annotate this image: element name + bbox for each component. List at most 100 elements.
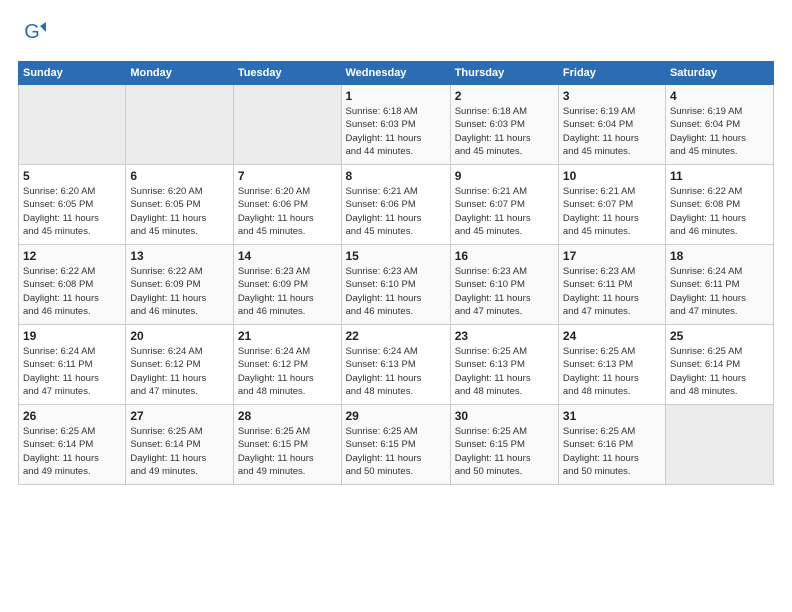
calendar-cell: 22Sunrise: 6:24 AM Sunset: 6:13 PM Dayli…	[341, 325, 450, 405]
calendar-cell: 20 Sunrise: 6:24 AM Sunset: 6:12 PM Dayli…	[126, 325, 233, 405]
calendar-cell: 21Sunrise: 6:24 AM Sunset: 6:12 PM Dayli…	[233, 325, 341, 405]
svg-text:G: G	[24, 21, 40, 43]
week-row-4: 19 Sunrise: 6:24 AM Sunset: 6:11 PM Dayli…	[19, 325, 774, 405]
calendar-cell: 6 Sunrise: 6:20 AM Sunset: 6:05 PM Daylig…	[126, 165, 233, 245]
day-number: 7	[238, 169, 337, 183]
day-info: Sunrise: 6:21 AM Sunset: 6:07 PM Dayligh…	[455, 185, 554, 238]
calendar: SundayMondayTuesdayWednesdayThursdayFrid…	[18, 61, 774, 485]
calendar-cell: 10 Sunrise: 6:21 AM Sunset: 6:07 PM Dayli…	[558, 165, 665, 245]
calendar-cell: 17 Sunrise: 6:23 AM Sunset: 6:11 PM Dayli…	[558, 245, 665, 325]
day-number: 31	[563, 409, 661, 423]
day-number: 9	[455, 169, 554, 183]
day-number: 13	[130, 249, 228, 263]
day-number: 25	[670, 329, 769, 343]
day-number: 20	[130, 329, 228, 343]
day-number: 21	[238, 329, 337, 343]
day-info: Sunrise: 6:19 AM Sunset: 6:04 PM Dayligh…	[563, 105, 661, 158]
day-info: Sunrise: 6:24 AM Sunset: 6:12 PM Dayligh…	[130, 345, 228, 398]
calendar-cell: 30 Sunrise: 6:25 AM Sunset: 6:15 PM Dayli…	[450, 405, 558, 485]
day-number: 14	[238, 249, 337, 263]
calendar-cell: 7 Sunrise: 6:20 AM Sunset: 6:06 PM Daylig…	[233, 165, 341, 245]
day-info: Sunrise: 6:20 AM Sunset: 6:05 PM Dayligh…	[130, 185, 228, 238]
day-info: Sunrise: 6:25 AM Sunset: 6:14 PM Dayligh…	[130, 425, 228, 478]
calendar-cell: 14 Sunrise: 6:23 AM Sunset: 6:09 PM Dayli…	[233, 245, 341, 325]
day-info: Sunrise: 6:22 AM Sunset: 6:08 PM Dayligh…	[23, 265, 121, 318]
day-number: 11	[670, 169, 769, 183]
day-info: Sunrise: 6:25 AM Sunset: 6:15 PM Dayligh…	[346, 425, 446, 478]
calendar-cell: 27 Sunrise: 6:25 AM Sunset: 6:14 PM Dayli…	[126, 405, 233, 485]
calendar-cell: 28Sunrise: 6:25 AM Sunset: 6:15 PM Dayli…	[233, 405, 341, 485]
calendar-cell: 5 Sunrise: 6:20 AM Sunset: 6:05 PM Daylig…	[19, 165, 126, 245]
week-row-2: 5 Sunrise: 6:20 AM Sunset: 6:05 PM Daylig…	[19, 165, 774, 245]
weekday-header-saturday: Saturday	[665, 62, 773, 85]
day-info: Sunrise: 6:24 AM Sunset: 6:11 PM Dayligh…	[670, 265, 769, 318]
calendar-cell: 24Sunrise: 6:25 AM Sunset: 6:13 PM Dayli…	[558, 325, 665, 405]
calendar-cell: 8 Sunrise: 6:21 AM Sunset: 6:06 PM Daylig…	[341, 165, 450, 245]
day-info: Sunrise: 6:23 AM Sunset: 6:10 PM Dayligh…	[346, 265, 446, 318]
week-row-5: 26 Sunrise: 6:25 AM Sunset: 6:14 PM Dayli…	[19, 405, 774, 485]
day-number: 12	[23, 249, 121, 263]
day-info: Sunrise: 6:25 AM Sunset: 6:16 PM Dayligh…	[563, 425, 661, 478]
day-number: 18	[670, 249, 769, 263]
calendar-cell: 13 Sunrise: 6:22 AM Sunset: 6:09 PM Dayli…	[126, 245, 233, 325]
day-info: Sunrise: 6:25 AM Sunset: 6:15 PM Dayligh…	[238, 425, 337, 478]
day-info: Sunrise: 6:23 AM Sunset: 6:11 PM Dayligh…	[563, 265, 661, 318]
day-number: 4	[670, 89, 769, 103]
day-number: 29	[346, 409, 446, 423]
day-number: 6	[130, 169, 228, 183]
calendar-cell: 26Sunrise: 6:25 AM Sunset: 6:14 PM Dayli…	[19, 405, 126, 485]
header: G	[18, 18, 774, 51]
weekday-header-thursday: Thursday	[450, 62, 558, 85]
day-info: Sunrise: 6:18 AM Sunset: 6:03 PM Dayligh…	[346, 105, 446, 158]
weekday-header-monday: Monday	[126, 62, 233, 85]
day-number: 5	[23, 169, 121, 183]
day-info: Sunrise: 6:21 AM Sunset: 6:06 PM Dayligh…	[346, 185, 446, 238]
calendar-cell: 25 Sunrise: 6:25 AM Sunset: 6:14 PM Dayli…	[665, 325, 773, 405]
calendar-cell: 18 Sunrise: 6:24 AM Sunset: 6:11 PM Dayli…	[665, 245, 773, 325]
calendar-cell: 19 Sunrise: 6:24 AM Sunset: 6:11 PM Dayli…	[19, 325, 126, 405]
calendar-cell: 31 Sunrise: 6:25 AM Sunset: 6:16 PM Dayli…	[558, 405, 665, 485]
day-info: Sunrise: 6:18 AM Sunset: 6:03 PM Dayligh…	[455, 105, 554, 158]
day-number: 1	[346, 89, 446, 103]
day-number: 16	[455, 249, 554, 263]
weekday-header-sunday: Sunday	[19, 62, 126, 85]
day-info: Sunrise: 6:25 AM Sunset: 6:15 PM Dayligh…	[455, 425, 554, 478]
day-number: 2	[455, 89, 554, 103]
calendar-cell: 29 Sunrise: 6:25 AM Sunset: 6:15 PM Dayli…	[341, 405, 450, 485]
day-info: Sunrise: 6:22 AM Sunset: 6:09 PM Dayligh…	[130, 265, 228, 318]
calendar-cell: 1 Sunrise: 6:18 AM Sunset: 6:03 PM Daylig…	[341, 85, 450, 165]
weekday-header-row: SundayMondayTuesdayWednesdayThursdayFrid…	[19, 62, 774, 85]
day-info: Sunrise: 6:25 AM Sunset: 6:13 PM Dayligh…	[563, 345, 661, 398]
week-row-3: 12 Sunrise: 6:22 AM Sunset: 6:08 PM Dayli…	[19, 245, 774, 325]
day-number: 30	[455, 409, 554, 423]
weekday-header-wednesday: Wednesday	[341, 62, 450, 85]
page: G SundayMondayTuesdayWednesdayThursdayFr…	[0, 0, 792, 612]
day-info: Sunrise: 6:21 AM Sunset: 6:07 PM Dayligh…	[563, 185, 661, 238]
day-info: Sunrise: 6:19 AM Sunset: 6:04 PM Dayligh…	[670, 105, 769, 158]
calendar-cell	[126, 85, 233, 165]
day-info: Sunrise: 6:20 AM Sunset: 6:05 PM Dayligh…	[23, 185, 121, 238]
day-info: Sunrise: 6:24 AM Sunset: 6:13 PM Dayligh…	[346, 345, 446, 398]
calendar-cell: 9 Sunrise: 6:21 AM Sunset: 6:07 PM Daylig…	[450, 165, 558, 245]
week-row-1: 1 Sunrise: 6:18 AM Sunset: 6:03 PM Daylig…	[19, 85, 774, 165]
day-info: Sunrise: 6:23 AM Sunset: 6:09 PM Dayligh…	[238, 265, 337, 318]
day-number: 19	[23, 329, 121, 343]
calendar-header: SundayMondayTuesdayWednesdayThursdayFrid…	[19, 62, 774, 85]
day-number: 15	[346, 249, 446, 263]
weekday-header-tuesday: Tuesday	[233, 62, 341, 85]
calendar-cell	[19, 85, 126, 165]
day-number: 26	[23, 409, 121, 423]
day-number: 8	[346, 169, 446, 183]
day-info: Sunrise: 6:24 AM Sunset: 6:11 PM Dayligh…	[23, 345, 121, 398]
day-number: 10	[563, 169, 661, 183]
day-number: 27	[130, 409, 228, 423]
day-info: Sunrise: 6:23 AM Sunset: 6:10 PM Dayligh…	[455, 265, 554, 318]
day-info: Sunrise: 6:25 AM Sunset: 6:14 PM Dayligh…	[670, 345, 769, 398]
calendar-cell: 4 Sunrise: 6:19 AM Sunset: 6:04 PM Daylig…	[665, 85, 773, 165]
calendar-cell: 3Sunrise: 6:19 AM Sunset: 6:04 PM Daylig…	[558, 85, 665, 165]
calendar-cell: 15 Sunrise: 6:23 AM Sunset: 6:10 PM Dayli…	[341, 245, 450, 325]
day-number: 23	[455, 329, 554, 343]
day-info: Sunrise: 6:20 AM Sunset: 6:06 PM Dayligh…	[238, 185, 337, 238]
day-number: 17	[563, 249, 661, 263]
calendar-cell: 11Sunrise: 6:22 AM Sunset: 6:08 PM Dayli…	[665, 165, 773, 245]
